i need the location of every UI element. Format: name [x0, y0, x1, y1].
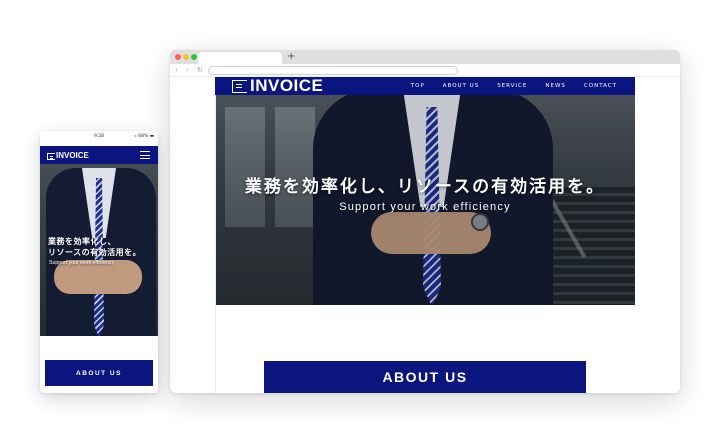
minimize-window-dot[interactable]: [183, 54, 189, 60]
mobile-hero-headline-line: リソースの有効活用を。: [48, 247, 142, 257]
about-us-button[interactable]: ABOUT US: [264, 361, 586, 393]
hero-headline: 業務を効率化し、リソースの有効活用を。: [244, 177, 606, 197]
phone-mockup: 9:28 ⁎ 68% ▬ 業務を効率化し、 リソースの有効活用を。 Suppor…: [40, 131, 158, 393]
status-battery: ⁎ 68% ▬: [134, 134, 154, 139]
logo-mark-icon: [232, 79, 247, 93]
hero-tagline: Support your work efficiency: [339, 201, 511, 213]
mobile-hero-tagline: Support your work efficiency: [49, 260, 115, 266]
nav-item-contact[interactable]: CONTACT: [584, 83, 617, 89]
address-bar[interactable]: [208, 66, 458, 75]
mobile-hero-headline: 業務を効率化し、 リソースの有効活用を。: [48, 236, 158, 258]
reload-icon[interactable]: ↻: [197, 65, 203, 75]
phone-status-bar: 9:28 ⁎ 68% ▬: [40, 131, 158, 142]
new-tab-button[interactable]: +: [287, 50, 295, 64]
nav-item-about-us[interactable]: ABOUT US: [443, 83, 479, 89]
mobile-about-us-button[interactable]: ABOUT US: [45, 360, 153, 386]
mobile-site-header: INVOICE: [40, 146, 158, 164]
maximize-window-dot[interactable]: [191, 54, 197, 60]
site-header: INVOICE TOP ABOUT US SERVICE NEWS CONTAC…: [215, 77, 635, 95]
browser-tab[interactable]: [198, 52, 282, 64]
close-window-dot[interactable]: [175, 54, 181, 60]
site-logo[interactable]: INVOICE: [232, 77, 323, 96]
mobile-hero-headline-line: 業務を効率化し、: [48, 236, 116, 246]
viewport-divider: [215, 77, 216, 393]
logo-text: INVOICE: [250, 77, 324, 95]
browser-window: + ‹ › ↻ 業務を効率化し、リソースの有効活用を。 Support your…: [170, 50, 680, 393]
browser-tab-bar: +: [170, 50, 680, 64]
forward-arrow-icon[interactable]: ›: [186, 65, 189, 75]
main-nav: TOP ABOUT US SERVICE NEWS CONTACT: [411, 77, 617, 95]
mobile-logo-text: INVOICE: [56, 151, 89, 160]
page-viewport: 業務を効率化し、リソースの有効活用を。 Support your work ef…: [215, 77, 635, 393]
nav-item-service[interactable]: SERVICE: [497, 83, 527, 89]
nav-item-news[interactable]: NEWS: [545, 83, 566, 89]
browser-toolbar: ‹ › ↻: [170, 64, 680, 77]
nav-item-top[interactable]: TOP: [411, 83, 425, 89]
logo-mark-icon: [47, 152, 55, 160]
hamburger-menu-icon[interactable]: [140, 151, 150, 159]
mobile-hero-section: 業務を効率化し、 リソースの有効活用を。 Support your work e…: [40, 164, 158, 336]
hero-section: 業務を効率化し、リソースの有効活用を。 Support your work ef…: [215, 77, 635, 305]
back-arrow-icon[interactable]: ‹: [175, 65, 178, 75]
mobile-site-logo[interactable]: INVOICE: [47, 147, 89, 165]
